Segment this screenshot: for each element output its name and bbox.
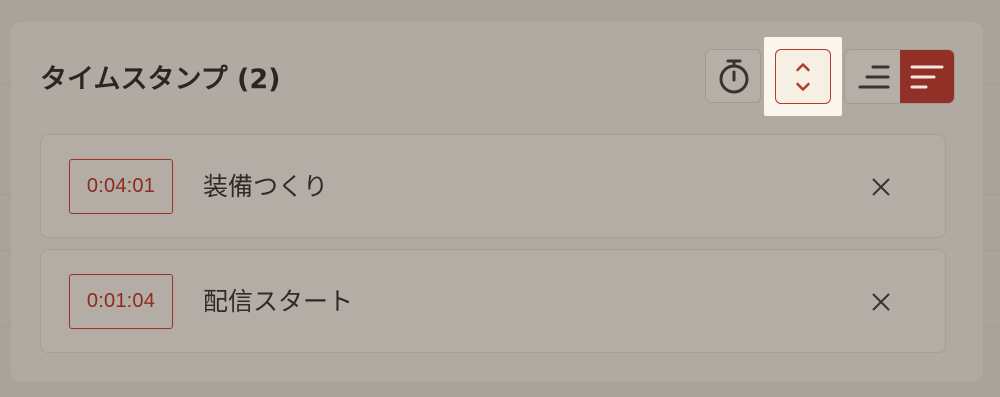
timestamp-row[interactable]: 0:01:04 配信スタート <box>40 249 946 353</box>
close-icon <box>872 293 890 311</box>
timer-button[interactable] <box>705 49 761 103</box>
view-toggle <box>844 49 955 104</box>
sort-order-button[interactable] <box>775 49 831 104</box>
view-toggle-left-aligned[interactable] <box>900 50 954 103</box>
delete-timestamp-button[interactable] <box>869 290 893 314</box>
timestamp-row[interactable]: 0:04:01 装備つくり <box>40 134 946 238</box>
timestamp-time[interactable]: 0:01:04 <box>69 274 173 329</box>
view-toggle-right-aligned[interactable] <box>845 50 901 103</box>
stopwatch-icon <box>719 59 749 94</box>
timestamp-label[interactable]: 装備つくり <box>203 167 328 207</box>
delete-timestamp-button[interactable] <box>869 175 893 199</box>
chevron-up-down-icon <box>796 63 810 91</box>
panel-title: タイムスタンプ (2) <box>40 64 281 95</box>
align-right-lines-icon <box>858 65 890 89</box>
timestamp-time[interactable]: 0:04:01 <box>69 159 173 214</box>
align-left-lines-icon <box>910 65 944 89</box>
timestamp-label[interactable]: 配信スタート <box>203 282 353 322</box>
close-icon <box>872 178 890 196</box>
